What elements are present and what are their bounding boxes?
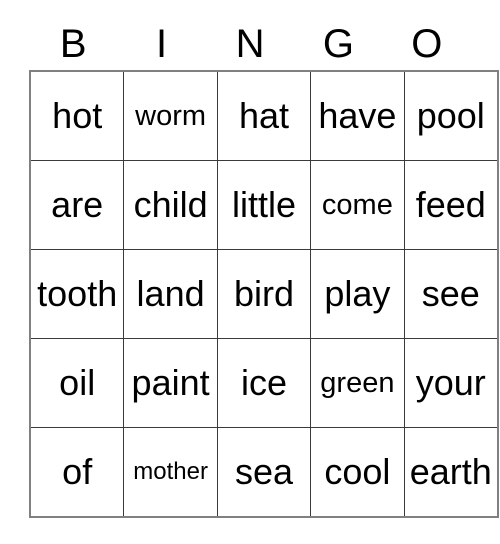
bingo-card: B I N G O hot worm hat have pool are chi… xyxy=(29,0,499,518)
bingo-cell[interactable]: are xyxy=(29,160,125,250)
bingo-cell[interactable]: ice xyxy=(216,338,312,428)
bingo-cell[interactable]: mother xyxy=(123,427,218,518)
bingo-header-letter-o: O xyxy=(411,22,443,66)
bingo-row: of mother sea cool earth xyxy=(29,427,499,518)
bingo-cell[interactable]: land xyxy=(123,249,218,339)
bingo-row: oil paint ice green your xyxy=(29,338,499,428)
bingo-cell[interactable]: come xyxy=(310,160,405,250)
bingo-cell[interactable]: oil xyxy=(29,338,125,428)
bingo-cell[interactable]: tooth xyxy=(29,249,125,339)
bingo-header-letter-n: N xyxy=(235,22,265,66)
bingo-row: are child little come feed xyxy=(29,160,499,250)
bingo-cell[interactable]: of xyxy=(29,427,125,518)
bingo-cell[interactable]: have xyxy=(310,70,405,161)
bingo-cell[interactable]: play xyxy=(310,249,405,339)
bingo-row: hot worm hat have pool xyxy=(29,70,499,161)
bingo-cell[interactable]: worm xyxy=(123,70,218,161)
bingo-header-row: B I N G O xyxy=(29,0,471,70)
bingo-cell[interactable]: child xyxy=(123,160,218,250)
bingo-grid: hot worm hat have pool are child little … xyxy=(29,70,499,518)
bingo-cell[interactable]: paint xyxy=(123,338,218,428)
bingo-header-letter-i: I xyxy=(156,22,168,66)
bingo-cell[interactable]: green xyxy=(310,338,405,428)
bingo-cell[interactable]: see xyxy=(403,249,499,339)
bingo-header-letter-g: G xyxy=(322,22,354,66)
bingo-cell[interactable]: bird xyxy=(216,249,312,339)
bingo-cell[interactable]: little xyxy=(216,160,312,250)
bingo-header-letter-b: B xyxy=(59,22,87,66)
bingo-cell[interactable]: earth xyxy=(403,427,499,518)
bingo-cell[interactable]: your xyxy=(403,338,499,428)
bingo-row: tooth land bird play see xyxy=(29,249,499,339)
bingo-cell[interactable]: pool xyxy=(403,70,499,161)
bingo-cell[interactable]: sea xyxy=(216,427,312,518)
bingo-cell[interactable]: hot xyxy=(29,70,125,161)
bingo-cell[interactable]: feed xyxy=(403,160,499,250)
bingo-cell[interactable]: hat xyxy=(216,70,312,161)
bingo-cell[interactable]: cool xyxy=(310,427,405,518)
